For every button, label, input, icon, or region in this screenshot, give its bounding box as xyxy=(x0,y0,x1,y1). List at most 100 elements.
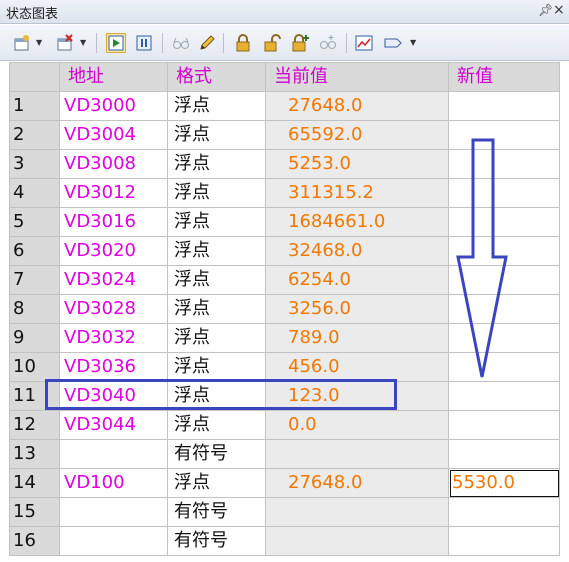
row-index: 14 xyxy=(9,468,60,498)
down-arrow-annotation xyxy=(456,138,508,378)
table-row[interactable]: 12 VD3044 浮点 0.0 xyxy=(9,410,560,440)
format-cell[interactable]: 浮点 xyxy=(167,91,266,121)
glasses-icon[interactable] xyxy=(171,33,191,53)
address-cell[interactable]: VD3000 xyxy=(59,91,168,121)
format-cell[interactable]: 浮点 xyxy=(167,294,266,324)
window-titlebar: 状态图表 📌︎ × xyxy=(0,0,569,24)
toolbar-separator xyxy=(96,33,97,53)
pin-icon[interactable]: 📌︎ xyxy=(538,3,553,17)
add-table-icon[interactable] xyxy=(12,33,32,53)
current-value-cell: 0.0 xyxy=(265,410,449,440)
current-value-cell: 311315.2 xyxy=(265,178,449,208)
address-cell[interactable] xyxy=(59,526,168,556)
column-header-new-value[interactable]: 新值 xyxy=(448,62,560,92)
current-value-cell: 27648.0 xyxy=(265,468,449,498)
new-value-cell[interactable] xyxy=(448,439,560,469)
address-cell[interactable]: VD3044 xyxy=(59,410,168,440)
new-value-cell[interactable] xyxy=(448,526,560,556)
table-row[interactable]: 14 VD100 浮点 27648.0 5530.0 xyxy=(9,468,560,498)
row-index: 3 xyxy=(9,149,60,179)
format-cell[interactable]: 有符号 xyxy=(167,526,266,556)
tag-icon[interactable] xyxy=(383,33,403,53)
read-all-icon[interactable] xyxy=(318,33,338,53)
row-index: 7 xyxy=(9,265,60,295)
address-cell[interactable]: VD3016 xyxy=(59,207,168,237)
window-title: 状态图表 xyxy=(6,7,59,22)
row-index: 6 xyxy=(9,236,60,266)
delete-table-icon[interactable] xyxy=(55,33,75,53)
row-index: 15 xyxy=(9,497,60,527)
column-header-format[interactable]: 格式 xyxy=(167,62,266,92)
format-cell[interactable]: 浮点 xyxy=(167,352,266,382)
table-row[interactable]: 16 有符号 xyxy=(9,526,560,556)
current-value-cell xyxy=(265,497,449,527)
column-header-index xyxy=(9,62,60,92)
delete-table-dropdown-icon[interactable]: ▼ xyxy=(80,39,87,47)
current-value-cell: 456.0 xyxy=(265,352,449,382)
table-row[interactable]: 13 有符号 xyxy=(9,439,560,469)
address-cell[interactable]: VD100 xyxy=(59,468,168,498)
chart-icon[interactable] xyxy=(354,33,374,53)
new-value-cell[interactable] xyxy=(448,381,560,411)
row-index: 9 xyxy=(9,323,60,353)
column-header-current-value[interactable]: 当前值 xyxy=(265,62,449,92)
add-table-dropdown-icon[interactable]: ▼ xyxy=(36,39,43,47)
format-cell[interactable]: 有符号 xyxy=(167,439,266,469)
address-cell[interactable]: VD3028 xyxy=(59,294,168,324)
row-index: 10 xyxy=(9,352,60,382)
lock-all-icon[interactable] xyxy=(290,33,310,53)
trend-view-icon[interactable] xyxy=(106,33,126,53)
current-value-cell: 3256.0 xyxy=(265,294,449,324)
current-value-cell: 5253.0 xyxy=(265,149,449,179)
address-cell[interactable]: VD3036 xyxy=(59,352,168,382)
format-cell[interactable]: 浮点 xyxy=(167,207,266,237)
format-cell[interactable]: 浮点 xyxy=(167,236,266,266)
unlock-icon[interactable] xyxy=(262,33,282,53)
row-index: 12 xyxy=(9,410,60,440)
pause-icon[interactable] xyxy=(134,33,154,53)
current-value-cell xyxy=(265,526,449,556)
address-cell[interactable]: VD3024 xyxy=(59,265,168,295)
new-value-cell[interactable] xyxy=(448,410,560,440)
new-value-cell[interactable] xyxy=(448,497,560,527)
format-cell[interactable]: 有符号 xyxy=(167,497,266,527)
highlight-box xyxy=(45,379,397,410)
current-value-cell: 27648.0 xyxy=(265,91,449,121)
address-cell[interactable]: VD3032 xyxy=(59,323,168,353)
current-value-cell: 6254.0 xyxy=(265,265,449,295)
format-cell[interactable]: 浮点 xyxy=(167,120,266,150)
format-cell[interactable]: 浮点 xyxy=(167,410,266,440)
address-cell[interactable] xyxy=(59,439,168,469)
format-cell[interactable]: 浮点 xyxy=(167,468,266,498)
table-header-row: 地址 格式 当前值 新值 xyxy=(9,62,560,92)
tag-dropdown-icon[interactable]: ▼ xyxy=(410,39,417,47)
row-index: 13 xyxy=(9,439,60,469)
format-cell[interactable]: 浮点 xyxy=(167,265,266,295)
new-value-cell[interactable] xyxy=(448,91,560,121)
row-index: 4 xyxy=(9,178,60,208)
address-cell[interactable] xyxy=(59,497,168,527)
table-row[interactable]: 15 有符号 xyxy=(9,497,560,527)
address-cell[interactable]: VD3008 xyxy=(59,149,168,179)
format-cell[interactable]: 浮点 xyxy=(167,149,266,179)
address-cell[interactable]: VD3020 xyxy=(59,236,168,266)
column-header-address[interactable]: 地址 xyxy=(59,62,168,92)
current-value-cell: 65592.0 xyxy=(265,120,449,150)
address-cell[interactable]: VD3012 xyxy=(59,178,168,208)
current-value-cell: 32468.0 xyxy=(265,236,449,266)
table-row[interactable]: 1 VD3000 浮点 27648.0 xyxy=(9,91,560,121)
new-value-cell[interactable]: 5530.0 xyxy=(448,468,560,498)
current-value-cell: 789.0 xyxy=(265,323,449,353)
toolbar-separator xyxy=(223,33,224,53)
pencil-icon[interactable] xyxy=(197,33,217,53)
row-index: 5 xyxy=(9,207,60,237)
row-index: 8 xyxy=(9,294,60,324)
toolbar: ▼ ▼ ▼ xyxy=(0,25,569,61)
address-cell[interactable]: VD3004 xyxy=(59,120,168,150)
close-icon[interactable]: × xyxy=(553,2,565,18)
row-index: 2 xyxy=(9,120,60,150)
format-cell[interactable]: 浮点 xyxy=(167,323,266,353)
toolbar-separator xyxy=(162,33,163,53)
lock-icon[interactable] xyxy=(233,33,253,53)
format-cell[interactable]: 浮点 xyxy=(167,178,266,208)
